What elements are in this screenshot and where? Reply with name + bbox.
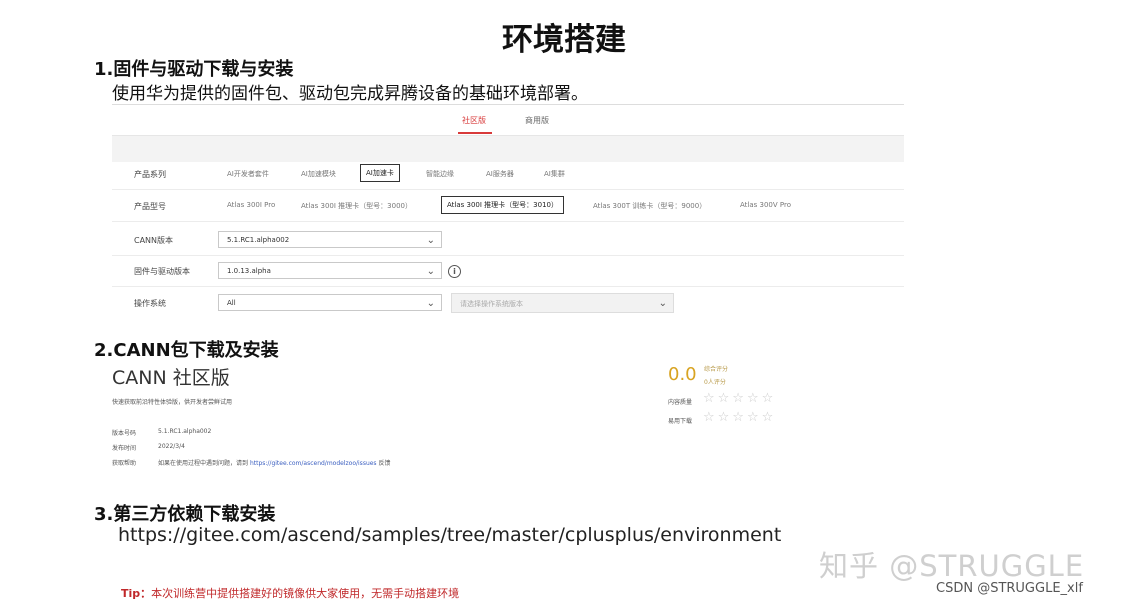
- os-value: All: [227, 299, 236, 307]
- feedback-link[interactable]: https://gitee.com/ascend/modelzoo/issues: [250, 460, 377, 467]
- csdn-watermark: CSDN @STRUGGLE_xlf: [936, 581, 1083, 596]
- feedback-line: 如果在使用过程中遇到问题，请到 https://gitee.com/ascend…: [158, 458, 391, 467]
- model-option[interactable]: Atlas 300I Pro: [227, 201, 275, 209]
- series-option[interactable]: AI集群: [544, 169, 565, 179]
- version-value: 5.1.RC1.alpha002: [158, 428, 212, 435]
- download-panel: 社区版 商用版 产品系列 AI开发者套件 AI加速模块 AI加速卡 智能边缘 A…: [112, 104, 904, 319]
- cann-subtitle: 快速获取前沿特性体验版，供开发者尝鲜试用: [112, 399, 233, 406]
- score-caption: 综合评分: [704, 366, 729, 373]
- feedback-label: 获取帮助: [112, 460, 137, 467]
- series-option-selected[interactable]: AI加速卡: [360, 164, 400, 182]
- rating-label-usability: 易用下载: [668, 418, 693, 425]
- rating-label-quality: 内容质量: [668, 399, 693, 406]
- firmware-label: 固件与驱动版本: [134, 267, 190, 276]
- page-title: 环境搭建: [502, 22, 626, 58]
- series-option[interactable]: AI服务器: [486, 169, 514, 179]
- tip-text: 本次训练营中提供搭建好的镜像供大家使用，无需手动搭建环境: [151, 587, 460, 600]
- zhihu-watermark: 知乎 @STRUGGLE: [819, 549, 1085, 583]
- series-option[interactable]: AI加速模块: [301, 169, 336, 179]
- chevron-down-icon: ⌄: [426, 266, 435, 277]
- series-label: 产品系列: [134, 170, 166, 179]
- row-firmware: 固件与驱动版本 1.0.13.alpha ⌄ i: [112, 256, 904, 287]
- star-rating-usability[interactable]: ☆☆☆☆☆: [703, 410, 776, 425]
- section1-description: 使用华为提供的固件包、驱动包完成昇腾设备的基础环境部署。: [112, 84, 588, 104]
- cann-label: CANN版本: [134, 236, 174, 245]
- date-value: 2022/3/4: [158, 443, 185, 450]
- row-os: 操作系统 All ⌄ 请选择操作系统版本 ⌄: [112, 288, 904, 318]
- row-cann: CANN版本 5.1.RC1.alpha002 ⌄: [112, 225, 904, 256]
- model-label: 产品型号: [134, 202, 166, 211]
- tab-commercial[interactable]: 商用版: [525, 115, 549, 126]
- series-option[interactable]: 智能边缘: [426, 169, 454, 179]
- section2-heading: 2.CANN包下载及安装: [94, 340, 279, 361]
- model-option[interactable]: Atlas 300T 训练卡（型号：9000）: [593, 201, 706, 211]
- model-option[interactable]: Atlas 300I 推理卡（型号：3000）: [301, 201, 412, 211]
- series-option[interactable]: AI开发者套件: [227, 169, 269, 179]
- model-option-selected[interactable]: Atlas 300I 推理卡（型号：3010）: [441, 196, 564, 214]
- version-label: 版本号码: [112, 430, 137, 437]
- info-icon[interactable]: i: [448, 265, 461, 278]
- tab-active-indicator: [458, 132, 492, 134]
- chevron-down-icon: ⌄: [426, 235, 435, 246]
- cann-version-value: 5.1.RC1.alpha002: [227, 236, 290, 244]
- chevron-down-icon: ⌄: [658, 298, 667, 309]
- section3-heading: 3.第三方依赖下载安装: [94, 504, 276, 525]
- section1-heading: 1.固件与驱动下载与安装: [94, 59, 294, 80]
- tip-label: Tip：: [121, 587, 152, 600]
- os-version-select[interactable]: 请选择操作系统版本 ⌄: [451, 293, 674, 313]
- star-rating-quality[interactable]: ☆☆☆☆☆: [703, 391, 776, 406]
- os-select[interactable]: All ⌄: [218, 294, 442, 311]
- rating-score: 0.0: [668, 364, 697, 385]
- tip-note: Tip：本次训练营中提供搭建好的镜像供大家使用，无需手动搭建环境: [121, 585, 459, 601]
- os-version-placeholder: 请选择操作系统版本: [460, 300, 523, 308]
- firmware-version-select[interactable]: 1.0.13.alpha ⌄: [218, 262, 442, 279]
- os-label: 操作系统: [134, 299, 166, 308]
- row-series: 产品系列 AI开发者套件 AI加速模块 AI加速卡 智能边缘 AI服务器 AI集…: [112, 159, 904, 190]
- chevron-down-icon: ⌄: [426, 298, 435, 309]
- model-option[interactable]: Atlas 300V Pro: [740, 201, 791, 209]
- edition-tabs: 社区版 商用版: [112, 105, 904, 136]
- score-count: 0人评分: [704, 379, 726, 386]
- tab-community[interactable]: 社区版: [462, 115, 486, 126]
- cann-product-title: CANN 社区版: [112, 367, 230, 389]
- environment-url[interactable]: https://gitee.com/ascend/samples/tree/ma…: [118, 524, 781, 546]
- row-model: 产品型号 Atlas 300I Pro Atlas 300I 推理卡（型号：30…: [112, 191, 904, 222]
- feedback-suffix: 反馈: [378, 460, 391, 467]
- feedback-text: 如果在使用过程中遇到问题，请到: [158, 460, 249, 467]
- date-label: 发布时间: [112, 445, 137, 452]
- cann-version-select[interactable]: 5.1.RC1.alpha002 ⌄: [218, 231, 442, 248]
- firmware-version-value: 1.0.13.alpha: [227, 267, 271, 275]
